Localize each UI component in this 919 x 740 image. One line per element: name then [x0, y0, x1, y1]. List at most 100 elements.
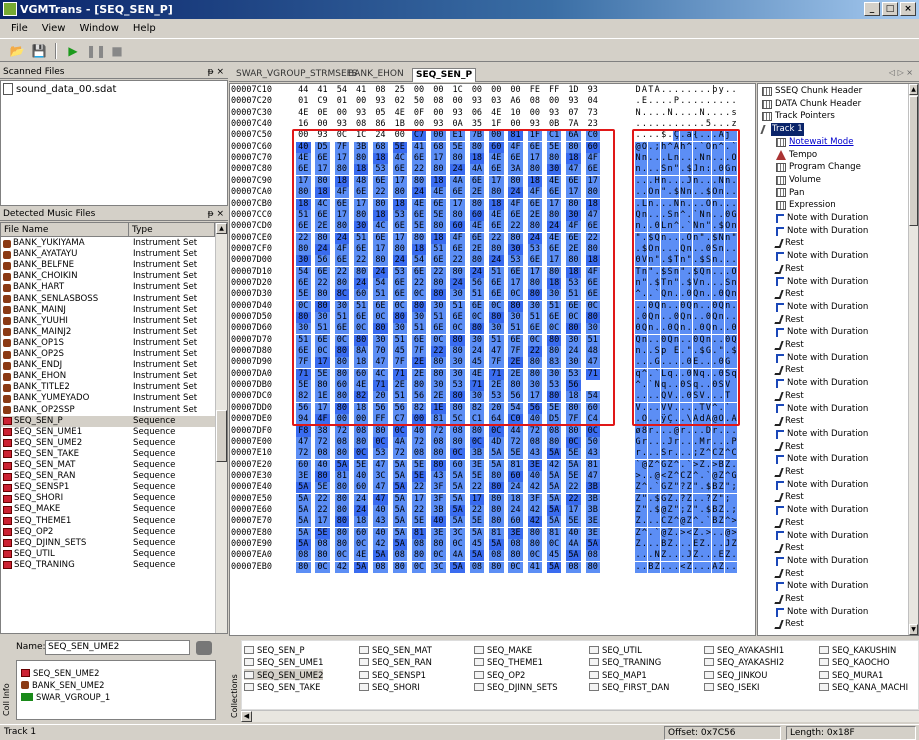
hex-byte[interactable]: 41 [315, 85, 330, 96]
hex-row[interactable]: 00007DC0 82 1E 80 82 20 51 56 2E 80 30 53 56 17 80 18 54… [230, 391, 755, 403]
hex-byte[interactable]: 5A [392, 459, 407, 471]
hex-byte[interactable]: 3C [373, 470, 388, 482]
hex-byte[interactable]: 0C [334, 550, 350, 562]
hex-byte[interactable]: 80 [431, 368, 446, 380]
hex-byte[interactable]: 7F [334, 141, 350, 153]
hex-byte[interactable]: 0C [527, 334, 543, 346]
tree-item[interactable]: Note with Duration [776, 428, 868, 441]
hex-row[interactable]: 00007E80 5A 5E 80 60 40 5A 81 3E 3C 5A 81 3E 80 81 40 3E… [230, 527, 755, 539]
hex-byte[interactable]: 08 [315, 448, 330, 460]
hex-byte[interactable]: 30 [508, 312, 523, 323]
music-file-row[interactable]: BANK_CHOIKIN Instrument Set [1, 271, 216, 282]
hex-byte[interactable]: 6E [334, 323, 350, 335]
hex-byte[interactable]: 4C [373, 221, 388, 233]
hex-byte[interactable]: 30 [315, 312, 330, 323]
hex-byte[interactable]: 24 [353, 504, 369, 516]
hex-byte[interactable]: 47 [373, 357, 388, 369]
hex-byte[interactable]: 6E [392, 164, 407, 176]
hex-byte[interactable]: 6E [296, 164, 311, 176]
hex-byte[interactable]: 08 [373, 561, 388, 573]
hex-byte[interactable]: 6E [489, 277, 504, 289]
hex-byte[interactable]: 72 [431, 425, 446, 437]
hex-byte[interactable]: 80 [373, 255, 388, 267]
hex-byte[interactable]: 30 [546, 289, 562, 301]
hex-byte[interactable]: 08 [508, 539, 523, 550]
hex-byte[interactable]: 00 [353, 414, 369, 426]
hex-row[interactable]: 00007CE0 22 80 24 51 6E 17 80 18 4F 6E 22 80 24 4E 6E 22… [230, 232, 755, 244]
hex-byte[interactable]: 80 [296, 561, 311, 573]
hex-byte[interactable]: C1 [469, 414, 485, 426]
hex-byte[interactable]: 18 [353, 402, 369, 414]
hex-row[interactable]: 00007C80 6E 17 80 18 53 6E 22 80 24 4A 6E 3A 80 30 47 6E… [230, 164, 755, 176]
hex-byte[interactable]: 24 [527, 232, 543, 244]
collection-item[interactable]: SEQ_MAP1 [589, 669, 647, 680]
hex-byte[interactable]: 22 [315, 504, 330, 516]
hex-byte[interactable]: 00 [334, 414, 350, 426]
hex-byte[interactable]: 56 [315, 255, 330, 267]
music-file-row[interactable]: BANK_OP2SSP Instrument Set [1, 405, 216, 416]
hex-byte[interactable]: 24 [508, 187, 523, 199]
hex-byte[interactable]: 7F [489, 357, 504, 369]
hex-byte[interactable]: 25 [393, 85, 408, 96]
hex-byte[interactable]: 5E [546, 141, 562, 153]
hex-byte[interactable]: 5E [411, 516, 427, 528]
hex-byte[interactable]: D5 [315, 141, 330, 153]
hex-byte[interactable]: 22 [469, 482, 485, 494]
hex-byte[interactable]: 5E [508, 448, 523, 460]
music-file-row[interactable]: SEQ_SEN_RAN Sequence [1, 471, 216, 482]
hex-byte[interactable]: 72 [527, 425, 543, 437]
hex-byte[interactable]: 80 [315, 470, 330, 482]
hex-byte[interactable]: 3E [469, 459, 485, 471]
hex-byte[interactable]: 08 [296, 550, 311, 562]
hex-byte[interactable]: 0C [566, 436, 581, 448]
hex-byte[interactable]: 4F [508, 141, 523, 153]
hex-byte[interactable]: 4F [450, 232, 465, 244]
hex-byte[interactable]: 4D [489, 436, 504, 448]
tree-item[interactable]: Expression [776, 199, 836, 212]
hex-byte[interactable]: 5E [315, 368, 330, 380]
hex-byte[interactable]: 3E [296, 470, 311, 482]
hex-byte[interactable]: 7B [469, 130, 485, 142]
hex-byte[interactable]: 5A [392, 516, 407, 528]
hex-byte[interactable]: 51 [489, 334, 504, 346]
hex-byte[interactable]: 51 [392, 391, 407, 403]
hex-byte[interactable]: 5A [546, 561, 562, 573]
hex-byte[interactable]: 6E [315, 334, 330, 346]
hex-byte[interactable]: 7F [411, 346, 427, 358]
hex-byte[interactable]: 3A [508, 164, 523, 176]
tree-item[interactable]: Track Pointers [762, 110, 835, 123]
hex-byte[interactable]: 5E [566, 516, 581, 528]
hex-byte[interactable]: 80 [392, 312, 407, 323]
pane-pin-close-icon[interactable]: ᵽ × [208, 208, 224, 221]
collection-item[interactable]: SEQ_TRANING [589, 657, 661, 668]
hex-byte[interactable]: 60 [450, 459, 465, 471]
hex-byte[interactable]: 3C [450, 527, 465, 539]
hex-byte[interactable]: 30 [469, 391, 485, 403]
hex-byte[interactable]: 0C [334, 334, 350, 346]
hex-byte[interactable]: 22 [296, 232, 311, 244]
hex-byte[interactable]: 93 [566, 96, 581, 107]
hex-byte[interactable]: 80 [566, 323, 581, 335]
hex-byte[interactable]: 0C [392, 425, 407, 437]
hex-byte[interactable]: 24 [353, 277, 369, 289]
hex-byte[interactable]: 80 [546, 346, 562, 358]
hex-byte[interactable]: 4E [489, 153, 504, 165]
hex-row[interactable]: 00007C10 44 41 54 41 08 25 00 00 1C 00 00 00 FE FF 1D 93… [230, 85, 755, 96]
hex-byte[interactable]: 5A [469, 527, 485, 539]
hex-byte[interactable]: 81 [431, 414, 446, 426]
hex-byte[interactable]: 45 [392, 346, 407, 358]
hex-byte[interactable]: 80 [469, 255, 485, 267]
hex-byte[interactable]: 22 [411, 277, 427, 289]
hex-byte[interactable]: 3B [431, 504, 446, 516]
hex-byte[interactable]: 00 [296, 130, 311, 141]
hex-byte[interactable]: 6E [546, 187, 562, 199]
hex-byte[interactable]: 08 [411, 539, 427, 550]
hex-byte[interactable]: 00 [354, 96, 369, 107]
music-file-row[interactable]: BANK_ENDJ Instrument Set [1, 360, 216, 371]
hex-byte[interactable]: 24 [392, 255, 407, 267]
hex-byte[interactable]: 80 [373, 323, 388, 335]
hex-row[interactable]: 00007C90 17 80 18 48 6E 17 80 18 4A 6E 17 80 18 4E 6E 17… [230, 175, 755, 187]
hex-byte[interactable]: 22 [334, 266, 350, 278]
hex-byte[interactable]: 5E [411, 470, 427, 482]
hex-byte[interactable]: 00 [547, 96, 562, 107]
